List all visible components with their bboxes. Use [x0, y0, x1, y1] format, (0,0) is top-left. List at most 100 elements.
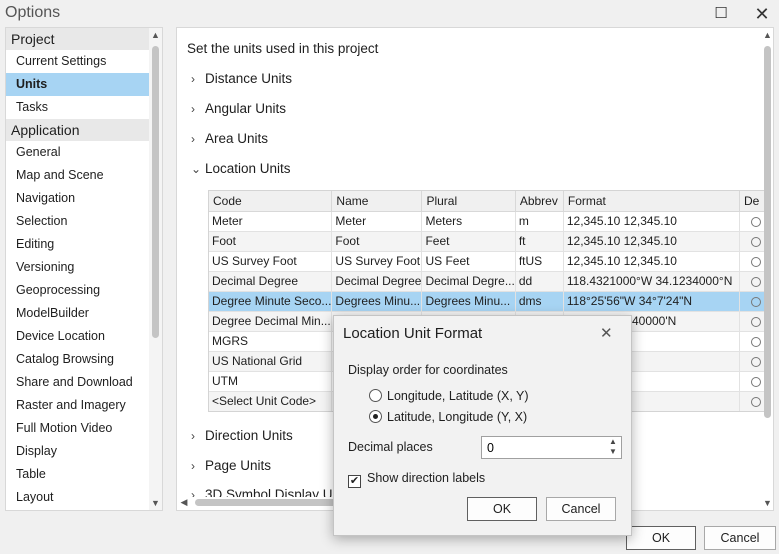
sidebar-item-full-motion-video[interactable]: Full Motion Video [6, 417, 149, 440]
default-radio-icon[interactable] [750, 316, 761, 327]
column-header-code[interactable]: Code [209, 191, 333, 212]
cell-plural[interactable]: Decimal Degre... [421, 271, 516, 292]
default-radio-icon[interactable] [750, 296, 761, 307]
table-row[interactable]: US Survey Foot US Survey Foot US Feet ft… [209, 251, 767, 272]
sidebar-item-device-location[interactable]: Device Location [6, 325, 149, 348]
cell-abbrev[interactable]: m [515, 211, 564, 232]
maximize-icon[interactable]: ☐ [712, 5, 730, 23]
cell-code[interactable]: <Select Unit Code> [209, 391, 333, 411]
section-area-units[interactable]: › Area Units [191, 131, 268, 146]
cell-abbrev[interactable]: ft [515, 231, 564, 252]
cell-code[interactable]: US Survey Foot [209, 251, 333, 272]
sidebar-item-general[interactable]: General [6, 141, 149, 164]
cell-plural[interactable]: US Feet [421, 251, 516, 272]
cell-name[interactable]: Degrees Minu... [331, 291, 423, 312]
cell-code[interactable]: Meter [209, 211, 333, 232]
default-radio-icon[interactable] [750, 236, 761, 247]
cell-format[interactable]: 118°25'56"W 34°7'24"N [563, 291, 740, 312]
cell-code[interactable]: Degree Minute Seco... [209, 291, 333, 312]
close-icon[interactable]: ✕ [600, 324, 613, 342]
sidebar-item-current-settings[interactable]: Current Settings [6, 50, 149, 73]
column-header-name[interactable]: Name [331, 191, 423, 212]
cell-plural[interactable]: Degrees Minu... [421, 291, 516, 312]
sidebar-item-versioning[interactable]: Versioning [6, 256, 149, 279]
radio-button-selected-icon[interactable] [369, 410, 382, 423]
scroll-up-icon[interactable]: ▲ [761, 28, 774, 42]
sidebar-item-tasks[interactable]: Tasks [6, 96, 149, 119]
column-header-format[interactable]: Format [563, 191, 740, 212]
chevron-up-icon[interactable]: ▲ [606, 437, 620, 447]
cell-code[interactable]: Decimal Degree [209, 271, 333, 292]
sidebar-item-layout[interactable]: Layout [6, 486, 149, 509]
sidebar-item-display[interactable]: Display [6, 440, 149, 463]
default-radio-icon[interactable] [750, 356, 761, 367]
horizontal-scroll-thumb[interactable] [195, 499, 345, 506]
main-scroll-thumb[interactable] [764, 46, 771, 418]
cell-name[interactable]: Meter [331, 211, 423, 232]
column-header-plural[interactable]: Plural [421, 191, 516, 212]
sidebar-item-catalog-browsing[interactable]: Catalog Browsing [6, 348, 149, 371]
chevron-right-icon[interactable]: › [191, 459, 205, 473]
cell-name[interactable]: Decimal Degree [331, 271, 423, 292]
cell-abbrev[interactable]: dms [515, 291, 564, 312]
cell-abbrev[interactable]: ftUS [515, 251, 564, 272]
checkmark-icon[interactable]: ✔ [348, 475, 361, 488]
chevron-right-icon[interactable]: › [191, 429, 205, 443]
section-page-units[interactable]: › Page Units [191, 458, 271, 473]
radio-latitude-longitude[interactable]: Latitude, Longitude (Y, X) [369, 410, 527, 424]
scroll-down-icon[interactable]: ▼ [761, 496, 774, 510]
table-row[interactable]: Foot Foot Feet ft 12,345.10 12,345.10 [209, 231, 767, 252]
sidebar-scroll-thumb[interactable] [152, 46, 159, 338]
scroll-up-icon[interactable]: ▲ [149, 28, 162, 42]
default-radio-icon[interactable] [750, 256, 761, 267]
cell-plural[interactable]: Meters [421, 211, 516, 232]
default-radio-icon[interactable] [750, 396, 761, 407]
radio-longitude-latitude[interactable]: Longitude, Latitude (X, Y) [369, 389, 529, 403]
show-direction-labels-checkbox[interactable]: ✔ Show direction labels [348, 471, 485, 488]
cell-plural[interactable]: Feet [421, 231, 516, 252]
radio-button-icon[interactable] [369, 389, 382, 402]
sidebar-item-raster-and-imagery[interactable]: Raster and Imagery [6, 394, 149, 417]
dialog-cancel-button[interactable]: Cancel [546, 497, 616, 521]
close-icon[interactable]: ✕ [752, 4, 772, 24]
sidebar-item-modelbuilder[interactable]: ModelBuilder [6, 302, 149, 325]
table-row[interactable]: Decimal Degree Decimal Degree Decimal De… [209, 271, 767, 292]
sidebar-item-geoprocessing[interactable]: Geoprocessing [6, 279, 149, 302]
default-radio-icon[interactable] [750, 216, 761, 227]
sidebar-item-selection[interactable]: Selection [6, 210, 149, 233]
table-row-selected[interactable]: Degree Minute Seco... Degrees Minu... De… [209, 291, 767, 312]
cell-code[interactable]: Degree Decimal Min... [209, 311, 333, 332]
cancel-button[interactable]: Cancel [704, 526, 776, 550]
dialog-ok-button[interactable]: OK [467, 497, 537, 521]
ok-button[interactable]: OK [626, 526, 696, 550]
cell-name[interactable]: Foot [331, 231, 423, 252]
chevron-down-icon[interactable]: ⌄ [191, 162, 205, 176]
chevron-right-icon[interactable]: › [191, 72, 205, 86]
sidebar-item-table[interactable]: Table [6, 463, 149, 486]
sidebar-item-editing[interactable]: Editing [6, 233, 149, 256]
sidebar-item-units[interactable]: Units [6, 73, 149, 96]
cell-format[interactable]: 118.4321000°W 34.1234000°N [563, 271, 740, 292]
sidebar-item-map-and-scene[interactable]: Map and Scene [6, 164, 149, 187]
table-row[interactable]: Meter Meter Meters m 12,345.10 12,345.10 [209, 211, 767, 232]
cell-abbrev[interactable]: dd [515, 271, 564, 292]
cell-format[interactable]: 12,345.10 12,345.10 [563, 251, 740, 272]
default-radio-icon[interactable] [750, 376, 761, 387]
main-vertical-scrollbar[interactable]: ▲ ▼ [761, 28, 774, 510]
decimal-places-input[interactable] [482, 437, 600, 458]
cell-code[interactable]: MGRS [209, 331, 333, 352]
scroll-left-icon[interactable]: ◀ [177, 496, 191, 509]
section-distance-units[interactable]: › Distance Units [191, 71, 292, 86]
chevron-down-icon[interactable]: ▼ [606, 447, 620, 457]
decimal-places-stepper[interactable]: ▲ ▼ [481, 436, 622, 459]
sidebar-scrollbar[interactable]: ▲ ▼ [149, 28, 162, 510]
cell-code[interactable]: Foot [209, 231, 333, 252]
cell-code[interactable]: US National Grid [209, 351, 333, 372]
default-radio-icon[interactable] [750, 336, 761, 347]
sidebar-item-navigation[interactable]: Navigation [6, 187, 149, 210]
section-direction-units[interactable]: › Direction Units [191, 428, 293, 443]
cell-format[interactable]: 12,345.10 12,345.10 [563, 231, 740, 252]
scroll-down-icon[interactable]: ▼ [149, 496, 162, 510]
sidebar-item-share-and-download[interactable]: Share and Download [6, 371, 149, 394]
cell-code[interactable]: UTM [209, 371, 333, 392]
